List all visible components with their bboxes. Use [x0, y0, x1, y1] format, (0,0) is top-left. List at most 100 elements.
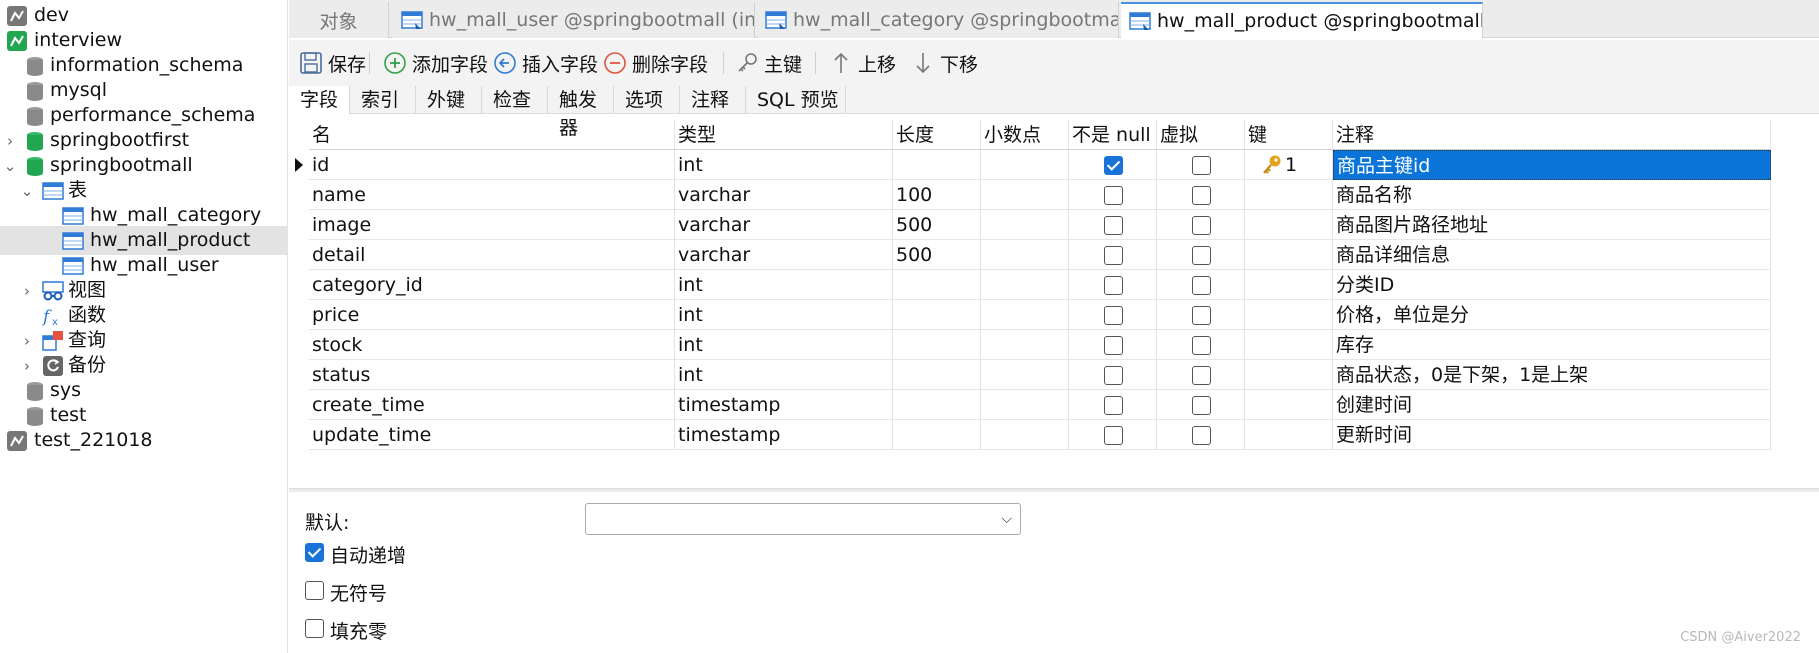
decimals-cell[interactable] — [981, 180, 1069, 210]
virtual-checkbox[interactable] — [1192, 336, 1211, 355]
virtual-checkbox[interactable] — [1192, 426, 1211, 445]
column-header-virtual[interactable]: 虚拟 — [1157, 120, 1245, 150]
decimals-cell[interactable] — [981, 210, 1069, 240]
virtual-checkbox[interactable] — [1192, 276, 1211, 295]
not-null-cell[interactable] — [1069, 210, 1157, 240]
key-cell[interactable] — [1245, 330, 1333, 360]
name-cell[interactable]: update_time — [309, 420, 675, 450]
not-null-checkbox[interactable] — [1104, 246, 1123, 265]
insert-field-button[interactable]: 插入字段 — [493, 47, 598, 79]
comment-cell[interactable]: 商品主键id — [1333, 150, 1771, 180]
not-null-checkbox[interactable] — [1104, 216, 1123, 235]
column-header-name[interactable]: 名 — [309, 120, 675, 150]
length-cell[interactable] — [893, 300, 981, 330]
comment-cell[interactable]: 分类ID — [1333, 270, 1771, 300]
not-null-cell[interactable] — [1069, 300, 1157, 330]
table-row[interactable]: status int 商品状态，0是下架，1是上架 — [309, 360, 1789, 390]
not-null-checkbox[interactable] — [1104, 366, 1123, 385]
not-null-cell[interactable] — [1069, 150, 1157, 180]
not-null-cell[interactable] — [1069, 390, 1157, 420]
comment-cell[interactable]: 价格，单位是分 — [1333, 300, 1771, 330]
zerofill-checkbox[interactable] — [305, 619, 324, 638]
tab-hw-mall-category[interactable]: hw_mall_category @springbootmall... — [757, 2, 1119, 38]
column-header-key[interactable]: 键 — [1245, 120, 1333, 150]
comment-cell[interactable]: 更新时间 — [1333, 420, 1771, 450]
length-cell[interactable]: 100 — [893, 180, 981, 210]
key-cell[interactable] — [1245, 360, 1333, 390]
comment-cell[interactable]: 商品图片路径地址 — [1333, 210, 1771, 240]
decimals-cell[interactable] — [981, 240, 1069, 270]
key-cell[interactable] — [1245, 210, 1333, 240]
table-row[interactable]: name varchar 100 商品名称 — [309, 180, 1789, 210]
tab-objects[interactable]: 对象 — [289, 2, 389, 38]
table-row[interactable]: price int 价格，单位是分 — [309, 300, 1789, 330]
move-down-button[interactable]: 下移 — [911, 47, 978, 79]
column-header-type[interactable]: 类型 — [675, 120, 893, 150]
key-cell[interactable] — [1245, 390, 1333, 420]
virtual-cell[interactable] — [1157, 300, 1245, 330]
tab-hw-mall-user[interactable]: hw_mall_user @springbootmall (int... — [393, 2, 755, 38]
not-null-checkbox[interactable] — [1104, 396, 1123, 415]
name-cell[interactable]: detail — [309, 240, 675, 270]
tab-sql-preview[interactable]: SQL 预览 — [746, 86, 846, 114]
type-cell[interactable]: varchar — [675, 210, 893, 240]
column-header-not-null[interactable]: 不是 null — [1069, 120, 1157, 150]
not-null-cell[interactable] — [1069, 240, 1157, 270]
not-null-checkbox[interactable] — [1104, 336, 1123, 355]
name-cell[interactable]: status — [309, 360, 675, 390]
table-row[interactable]: detail varchar 500 商品详细信息 — [309, 240, 1789, 270]
key-cell[interactable] — [1245, 180, 1333, 210]
primary-key-button[interactable]: 主键 — [735, 47, 802, 79]
tab-checks[interactable]: 检查 — [482, 86, 548, 114]
not-null-checkbox[interactable] — [1104, 426, 1123, 445]
virtual-cell[interactable] — [1157, 420, 1245, 450]
key-cell[interactable] — [1245, 300, 1333, 330]
name-cell[interactable]: name — [309, 180, 675, 210]
tab-hw-mall-product[interactable]: hw_mall_product @springbootmall ... — [1121, 2, 1483, 38]
column-header-length[interactable]: 长度 — [893, 120, 981, 150]
move-up-button[interactable]: 上移 — [829, 47, 896, 79]
length-cell[interactable]: 500 — [893, 210, 981, 240]
type-cell[interactable]: timestamp — [675, 390, 893, 420]
type-cell[interactable]: int — [675, 270, 893, 300]
table-row[interactable]: stock int 库存 — [309, 330, 1789, 360]
not-null-cell[interactable] — [1069, 420, 1157, 450]
key-cell[interactable] — [1245, 270, 1333, 300]
not-null-cell[interactable] — [1069, 360, 1157, 390]
table-row[interactable]: update_time timestamp 更新时间 — [309, 420, 1789, 450]
decimals-cell[interactable] — [981, 300, 1069, 330]
length-cell[interactable] — [893, 360, 981, 390]
virtual-cell[interactable] — [1157, 150, 1245, 180]
tab-fields[interactable]: 字段 — [289, 86, 350, 114]
length-cell[interactable] — [893, 270, 981, 300]
tab-foreign-keys[interactable]: 外键 — [416, 86, 482, 114]
key-cell[interactable] — [1245, 420, 1333, 450]
decimals-cell[interactable] — [981, 360, 1069, 390]
not-null-cell[interactable] — [1069, 180, 1157, 210]
virtual-cell[interactable] — [1157, 360, 1245, 390]
decimals-cell[interactable] — [981, 150, 1069, 180]
table-row[interactable]: create_time timestamp 创建时间 — [309, 390, 1789, 420]
save-button[interactable]: 保存 — [299, 47, 366, 79]
column-header-comment[interactable]: 注释 — [1333, 120, 1771, 150]
panel-divider[interactable] — [289, 488, 1819, 492]
virtual-checkbox[interactable] — [1192, 366, 1211, 385]
virtual-cell[interactable] — [1157, 180, 1245, 210]
tab-comment[interactable]: 注释 — [680, 86, 746, 114]
type-cell[interactable]: int — [675, 330, 893, 360]
name-cell[interactable]: stock — [309, 330, 675, 360]
unsigned-checkbox[interactable] — [305, 581, 324, 600]
name-cell[interactable]: id — [309, 150, 675, 180]
virtual-checkbox[interactable] — [1192, 216, 1211, 235]
name-cell[interactable]: create_time — [309, 390, 675, 420]
not-null-cell[interactable] — [1069, 270, 1157, 300]
delete-field-button[interactable]: 删除字段 — [603, 47, 708, 79]
comment-cell[interactable]: 库存 — [1333, 330, 1771, 360]
tree-item-test-221018[interactable]: test_221018 — [0, 426, 287, 455]
virtual-cell[interactable] — [1157, 330, 1245, 360]
key-cell[interactable]: 1 — [1245, 150, 1333, 180]
virtual-cell[interactable] — [1157, 240, 1245, 270]
type-cell[interactable]: varchar — [675, 180, 893, 210]
length-cell[interactable]: 500 — [893, 240, 981, 270]
name-cell[interactable]: image — [309, 210, 675, 240]
